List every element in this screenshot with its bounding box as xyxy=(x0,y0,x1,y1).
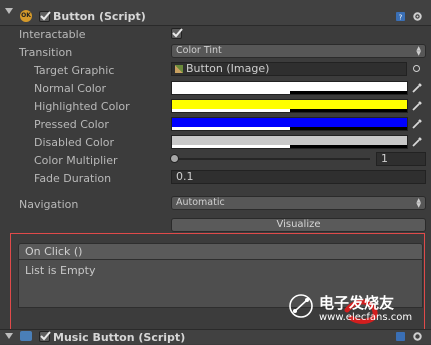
eyedropper-icon[interactable] xyxy=(411,118,423,130)
alpha-bar xyxy=(172,145,290,148)
alpha-remainder xyxy=(290,145,407,148)
ok-gear-icon: OK xyxy=(20,10,32,22)
image-component-icon xyxy=(175,65,183,73)
eyedropper-icon[interactable] xyxy=(411,82,423,94)
dropdown-arrows-icon: ▲ ▼ xyxy=(416,45,421,57)
alpha-bar xyxy=(172,91,290,94)
object-picker-icon[interactable] xyxy=(413,65,420,72)
color-multiplier-slider-thumb[interactable] xyxy=(170,154,179,163)
visualize-button[interactable]: Visualize xyxy=(171,218,426,232)
next-component-title: Music Button (Script) xyxy=(53,331,186,344)
watermark-logo: 电子发烧友 www.elecfans.com xyxy=(285,288,415,330)
normal-color-swatch[interactable] xyxy=(171,81,408,95)
target-graphic-field[interactable]: Button (Image) xyxy=(171,62,407,76)
highlighted-color-label: Highlighted Color xyxy=(34,100,130,113)
help-book-icon[interactable] xyxy=(395,331,406,342)
on-click-empty-text: List is Empty xyxy=(25,264,96,277)
color-multiplier-label: Color Multiplier xyxy=(34,154,118,167)
navigation-dropdown[interactable]: Automatic ▲ ▼ xyxy=(171,196,426,210)
target-graphic-value: Button (Image) xyxy=(186,62,270,75)
eyedropper-icon[interactable] xyxy=(411,100,423,112)
foldout-arrow-icon[interactable] xyxy=(5,8,13,14)
transition-dropdown[interactable]: Color Tint ▲ ▼ xyxy=(171,44,426,58)
settings-gear-icon[interactable] xyxy=(412,331,423,342)
on-click-header: On Click () xyxy=(18,243,423,260)
navigation-label: Navigation xyxy=(19,198,79,211)
alpha-bar xyxy=(172,127,290,130)
color-multiplier-slider-track[interactable] xyxy=(176,158,370,160)
next-component-enabled-checkbox[interactable] xyxy=(39,331,51,342)
svg-text:?: ? xyxy=(399,14,403,22)
color-multiplier-field[interactable]: 1 xyxy=(376,152,426,166)
fade-duration-field[interactable]: 0.1 xyxy=(171,170,426,184)
disabled-color-swatch[interactable] xyxy=(171,135,408,149)
fade-duration-label: Fade Duration xyxy=(34,172,112,185)
alpha-remainder xyxy=(290,127,407,130)
script-icon xyxy=(20,331,32,341)
interactable-checkbox[interactable] xyxy=(171,28,183,39)
interactable-label: Interactable xyxy=(19,28,86,41)
normal-color-label: Normal Color xyxy=(34,82,107,95)
dropdown-arrows-icon: ▲ ▼ xyxy=(416,197,421,209)
pressed-color-label: Pressed Color xyxy=(34,118,109,131)
watermark-url: www.elecfans.com xyxy=(319,312,413,323)
transition-value: Color Tint xyxy=(176,45,222,56)
pressed-color-swatch[interactable] xyxy=(171,117,408,131)
navigation-value: Automatic xyxy=(176,197,225,208)
alpha-bar xyxy=(172,109,290,112)
help-book-icon[interactable]: ? xyxy=(395,11,406,22)
alpha-remainder xyxy=(290,109,407,112)
alpha-remainder xyxy=(290,91,407,94)
disabled-color-label: Disabled Color xyxy=(34,136,115,149)
transition-label: Transition xyxy=(19,46,73,59)
highlighted-color-swatch[interactable] xyxy=(171,99,408,113)
eyedropper-icon[interactable] xyxy=(411,136,423,148)
watermark-text: 电子发烧友 xyxy=(319,294,395,312)
foldout-arrow-icon[interactable] xyxy=(5,333,13,339)
component-enabled-checkbox[interactable] xyxy=(39,11,51,22)
target-graphic-label: Target Graphic xyxy=(34,64,115,77)
settings-gear-icon[interactable] xyxy=(412,11,423,22)
component-title: Button (Script) xyxy=(53,10,146,23)
